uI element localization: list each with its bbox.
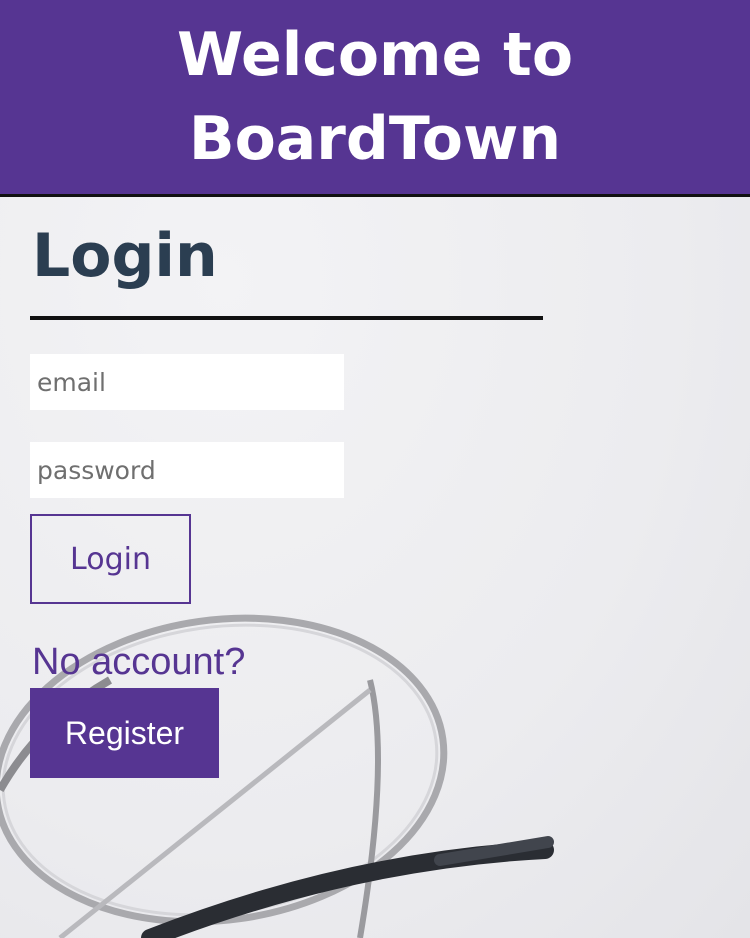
register-button[interactable]: Register [30,688,219,778]
title-divider [30,316,543,320]
login-page: Welcome to BoardTown Login Login No acco… [0,0,750,938]
login-button[interactable]: Login [30,514,191,604]
password-field[interactable] [30,442,344,498]
page-heading: Welcome to BoardTown [176,20,574,174]
email-field[interactable] [30,354,344,410]
welcome-banner: Welcome to BoardTown [0,0,750,197]
no-account-prompt: No account? [32,641,246,683]
login-title: Login [32,221,218,291]
